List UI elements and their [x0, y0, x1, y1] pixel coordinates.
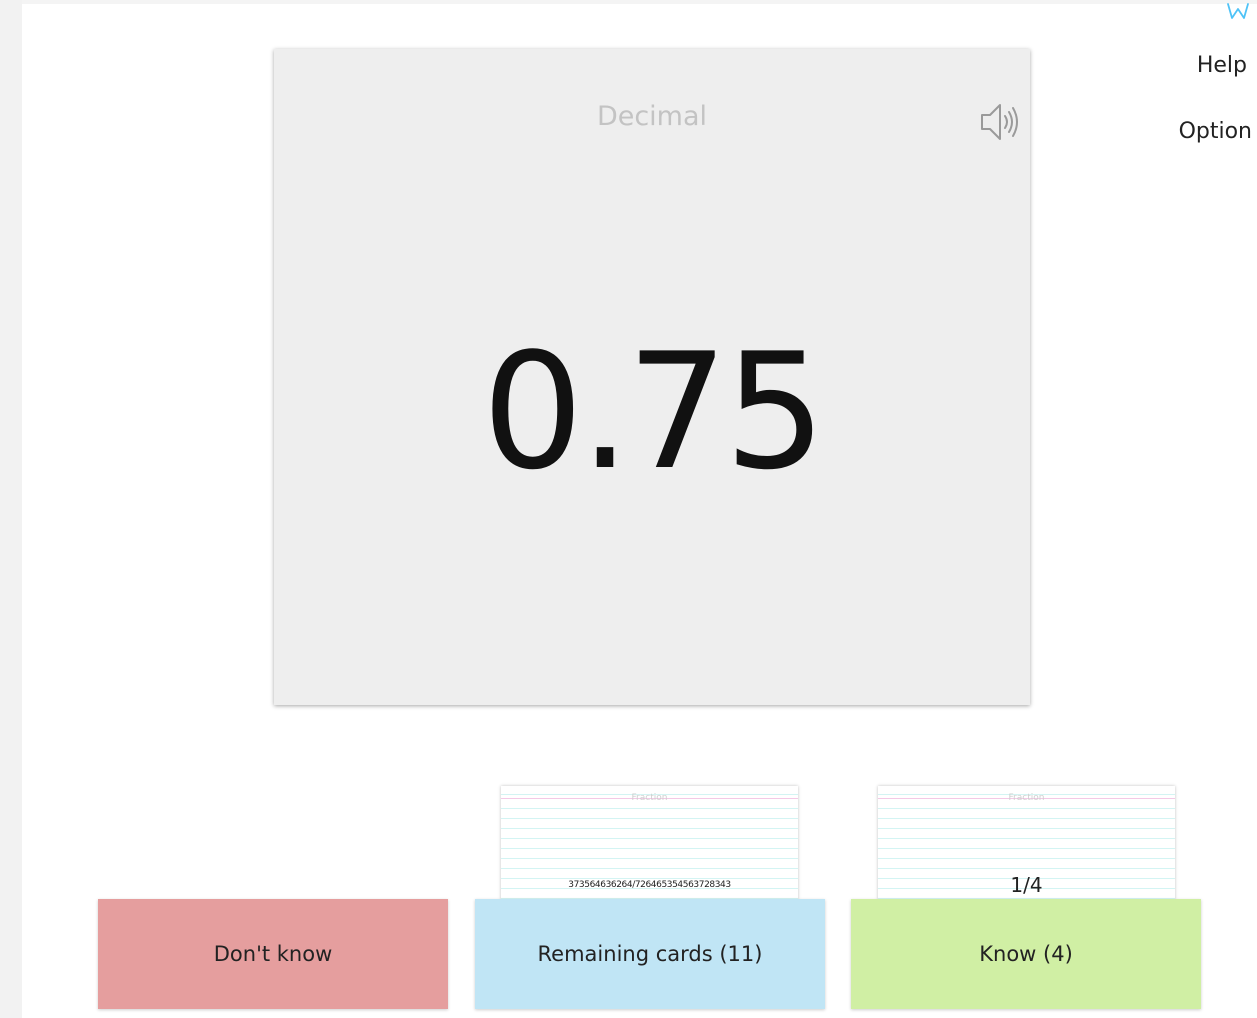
- top-margin: [22, 0, 1257, 4]
- remaining-cards-label: Remaining cards (11): [537, 942, 763, 966]
- know-card-type-label: Fraction: [1008, 793, 1045, 803]
- dont-know-button[interactable]: Don't know: [98, 899, 448, 1009]
- know-pile-top-card: Fraction 1/4: [878, 786, 1175, 900]
- remaining-cards-button[interactable]: Remaining cards (11): [475, 899, 825, 1009]
- card-value: 0.75: [481, 318, 826, 505]
- remaining-card-type-label: Fraction: [631, 793, 668, 803]
- card-type-label: Decimal: [596, 101, 708, 132]
- left-margin: [0, 0, 22, 1018]
- flashcard-page: Help Option Decimal 0.75 Fraction 373564…: [0, 0, 1257, 1018]
- bookmark-logo-icon[interactable]: [1226, 2, 1250, 20]
- option-link[interactable]: Option: [1179, 121, 1252, 143]
- remaining-pile-top-card: Fraction 373564636264/726465354563728343: [501, 786, 798, 900]
- know-button[interactable]: Know (4): [851, 899, 1201, 1009]
- help-link[interactable]: Help: [1197, 55, 1247, 77]
- remaining-card-value: 373564636264/726465354563728343: [568, 880, 731, 890]
- speaker-icon[interactable]: [978, 101, 1022, 143]
- know-label: Know (4): [979, 942, 1073, 966]
- dont-know-label: Don't know: [213, 942, 333, 966]
- know-card-value: 1/4: [1010, 873, 1043, 897]
- flashcard[interactable]: Decimal 0.75: [274, 49, 1030, 705]
